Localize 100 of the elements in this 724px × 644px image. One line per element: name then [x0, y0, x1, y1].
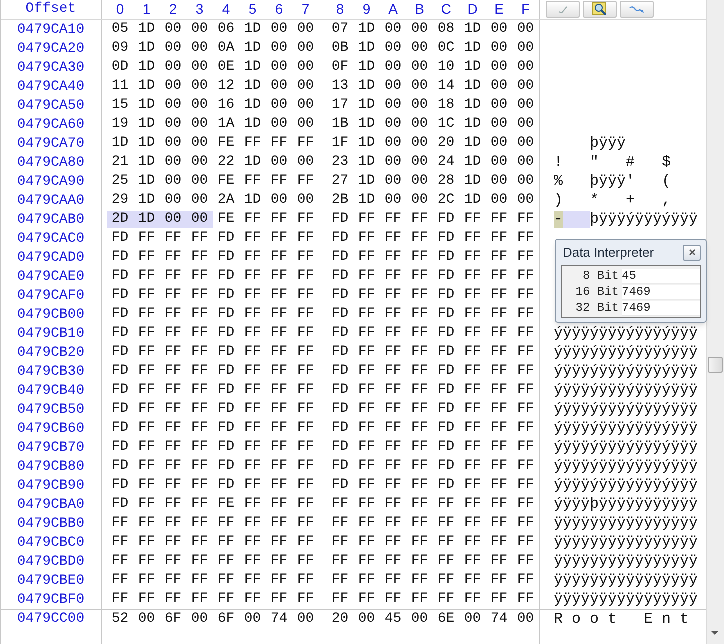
- hex-byte: FF: [296, 591, 316, 608]
- hex-byte: FF: [296, 306, 316, 323]
- hex-byte: FF: [296, 363, 316, 380]
- hex-byte: FF: [243, 211, 262, 228]
- close-button[interactable]: [683, 244, 701, 260]
- hex-byte: FF: [463, 325, 482, 342]
- hex-byte: FF: [190, 515, 210, 532]
- row-offset: 0479CBE0: [16, 574, 86, 588]
- hex-byte: FF: [463, 420, 482, 437]
- hex-byte: 0B: [330, 40, 350, 57]
- hex-byte: 00: [384, 192, 403, 209]
- hex-byte: FF: [296, 287, 316, 304]
- hex-byte: 22: [216, 154, 236, 171]
- scroll-down-icon[interactable]: [711, 631, 719, 636]
- hex-byte: FF: [384, 401, 403, 418]
- hex-byte: FF: [516, 477, 536, 494]
- hex-byte: FF: [357, 249, 376, 266]
- wave-button[interactable]: [620, 1, 654, 18]
- row-offset: 0479CA30: [16, 60, 86, 74]
- value-field[interactable]: 7469: [622, 284, 700, 300]
- ascii-text: ýÿÿÿýÿÿÿýÿÿÿýÿÿÿ: [554, 440, 698, 455]
- hex-byte: 17: [330, 97, 350, 114]
- bit-label: 8 Bit: [582, 268, 620, 285]
- hex-byte: FF: [164, 382, 183, 399]
- hex-byte: FF: [164, 439, 183, 456]
- hex-byte: FF: [243, 287, 262, 304]
- row-offset: 0479CAB0: [16, 212, 86, 226]
- value-field[interactable]: 7469: [622, 300, 700, 316]
- hex-byte: 00: [410, 116, 430, 133]
- hex-byte: FF: [164, 230, 183, 247]
- hex-byte: FF: [137, 572, 156, 589]
- hex-byte: FF: [490, 534, 509, 551]
- hex-byte: 1C: [436, 116, 456, 133]
- hex-byte: FD: [110, 382, 130, 399]
- hex-byte: FF: [384, 325, 403, 342]
- hex-byte: FF: [270, 401, 289, 418]
- hex-byte: FF: [490, 230, 509, 247]
- hex-byte: 00: [463, 610, 482, 628]
- hex-byte: FD: [110, 344, 130, 361]
- hex-byte: FF: [410, 420, 430, 437]
- hex-byte: FF: [243, 249, 262, 266]
- hex-byte: FF: [243, 591, 262, 608]
- hex-byte: FF: [137, 249, 156, 266]
- ascii-text: ÿÿÿÿÿÿÿÿÿÿÿÿÿÿÿÿ: [554, 573, 698, 588]
- hex-byte: FF: [463, 268, 482, 285]
- hex-byte: FD: [330, 477, 350, 494]
- hex-byte: 1D: [463, 154, 482, 171]
- hex-byte: 00: [384, 59, 403, 76]
- hex-byte: FF: [463, 306, 482, 323]
- hex-byte: 1D: [137, 192, 156, 209]
- value-field[interactable]: 45: [622, 268, 700, 284]
- hex-byte: FD: [216, 230, 236, 247]
- hex-byte: FF: [490, 363, 509, 380]
- hex-byte: FF: [357, 553, 376, 570]
- search-button[interactable]: [583, 1, 617, 18]
- row-offset: 0479CB20: [16, 346, 86, 360]
- hex-byte: FF: [243, 173, 262, 190]
- hex-byte: FD: [216, 344, 236, 361]
- hex-byte: FD: [330, 458, 350, 475]
- hex-byte: FF: [463, 230, 482, 247]
- hex-byte: FD: [216, 325, 236, 342]
- column-header: E: [494, 0, 505, 19]
- hex-byte: FF: [296, 496, 316, 513]
- column-header: 4: [221, 0, 232, 19]
- hex-byte: FF: [330, 496, 350, 513]
- hex-byte: FF: [243, 230, 262, 247]
- hex-byte: FF: [164, 420, 183, 437]
- hex-byte: FF: [516, 515, 536, 532]
- hex-byte: FF: [270, 458, 289, 475]
- check-button[interactable]: [546, 1, 580, 18]
- hex-byte: FF: [516, 268, 536, 285]
- hex-byte: FF: [436, 515, 456, 532]
- hex-byte: FF: [243, 458, 262, 475]
- hex-byte: 00: [164, 192, 183, 209]
- hex-byte: FD: [436, 249, 456, 266]
- hex-byte: 1D: [137, 135, 156, 152]
- hex-byte: 00: [516, 173, 536, 190]
- hex-byte: FF: [436, 553, 456, 570]
- hex-byte: 08: [436, 21, 456, 38]
- row-offset: 0479CBC0: [16, 536, 86, 550]
- hex-byte: FF: [216, 591, 236, 608]
- hex-byte: FD: [110, 420, 130, 437]
- scrollbar-thumb[interactable]: [708, 357, 723, 373]
- hex-byte: FF: [270, 439, 289, 456]
- hex-byte: FF: [137, 344, 156, 361]
- hex-byte: 00: [190, 59, 210, 76]
- hex-byte: FF: [410, 553, 430, 570]
- hex-byte: 0F: [330, 59, 350, 76]
- hex-byte: FF: [410, 363, 430, 380]
- hex-byte: 0E: [216, 59, 236, 76]
- hex-byte: FF: [410, 496, 430, 513]
- hex-byte: FF: [463, 515, 482, 532]
- row-offset: 0479CA20: [16, 42, 86, 56]
- vertical-scrollbar[interactable]: [706, 0, 724, 644]
- hex-byte: 1B: [330, 116, 350, 133]
- hex-byte: 00: [190, 40, 210, 57]
- hex-byte: 00: [516, 21, 536, 38]
- hex-byte: FF: [357, 325, 376, 342]
- hex-byte: FF: [410, 211, 430, 228]
- hex-byte: 1D: [463, 78, 482, 95]
